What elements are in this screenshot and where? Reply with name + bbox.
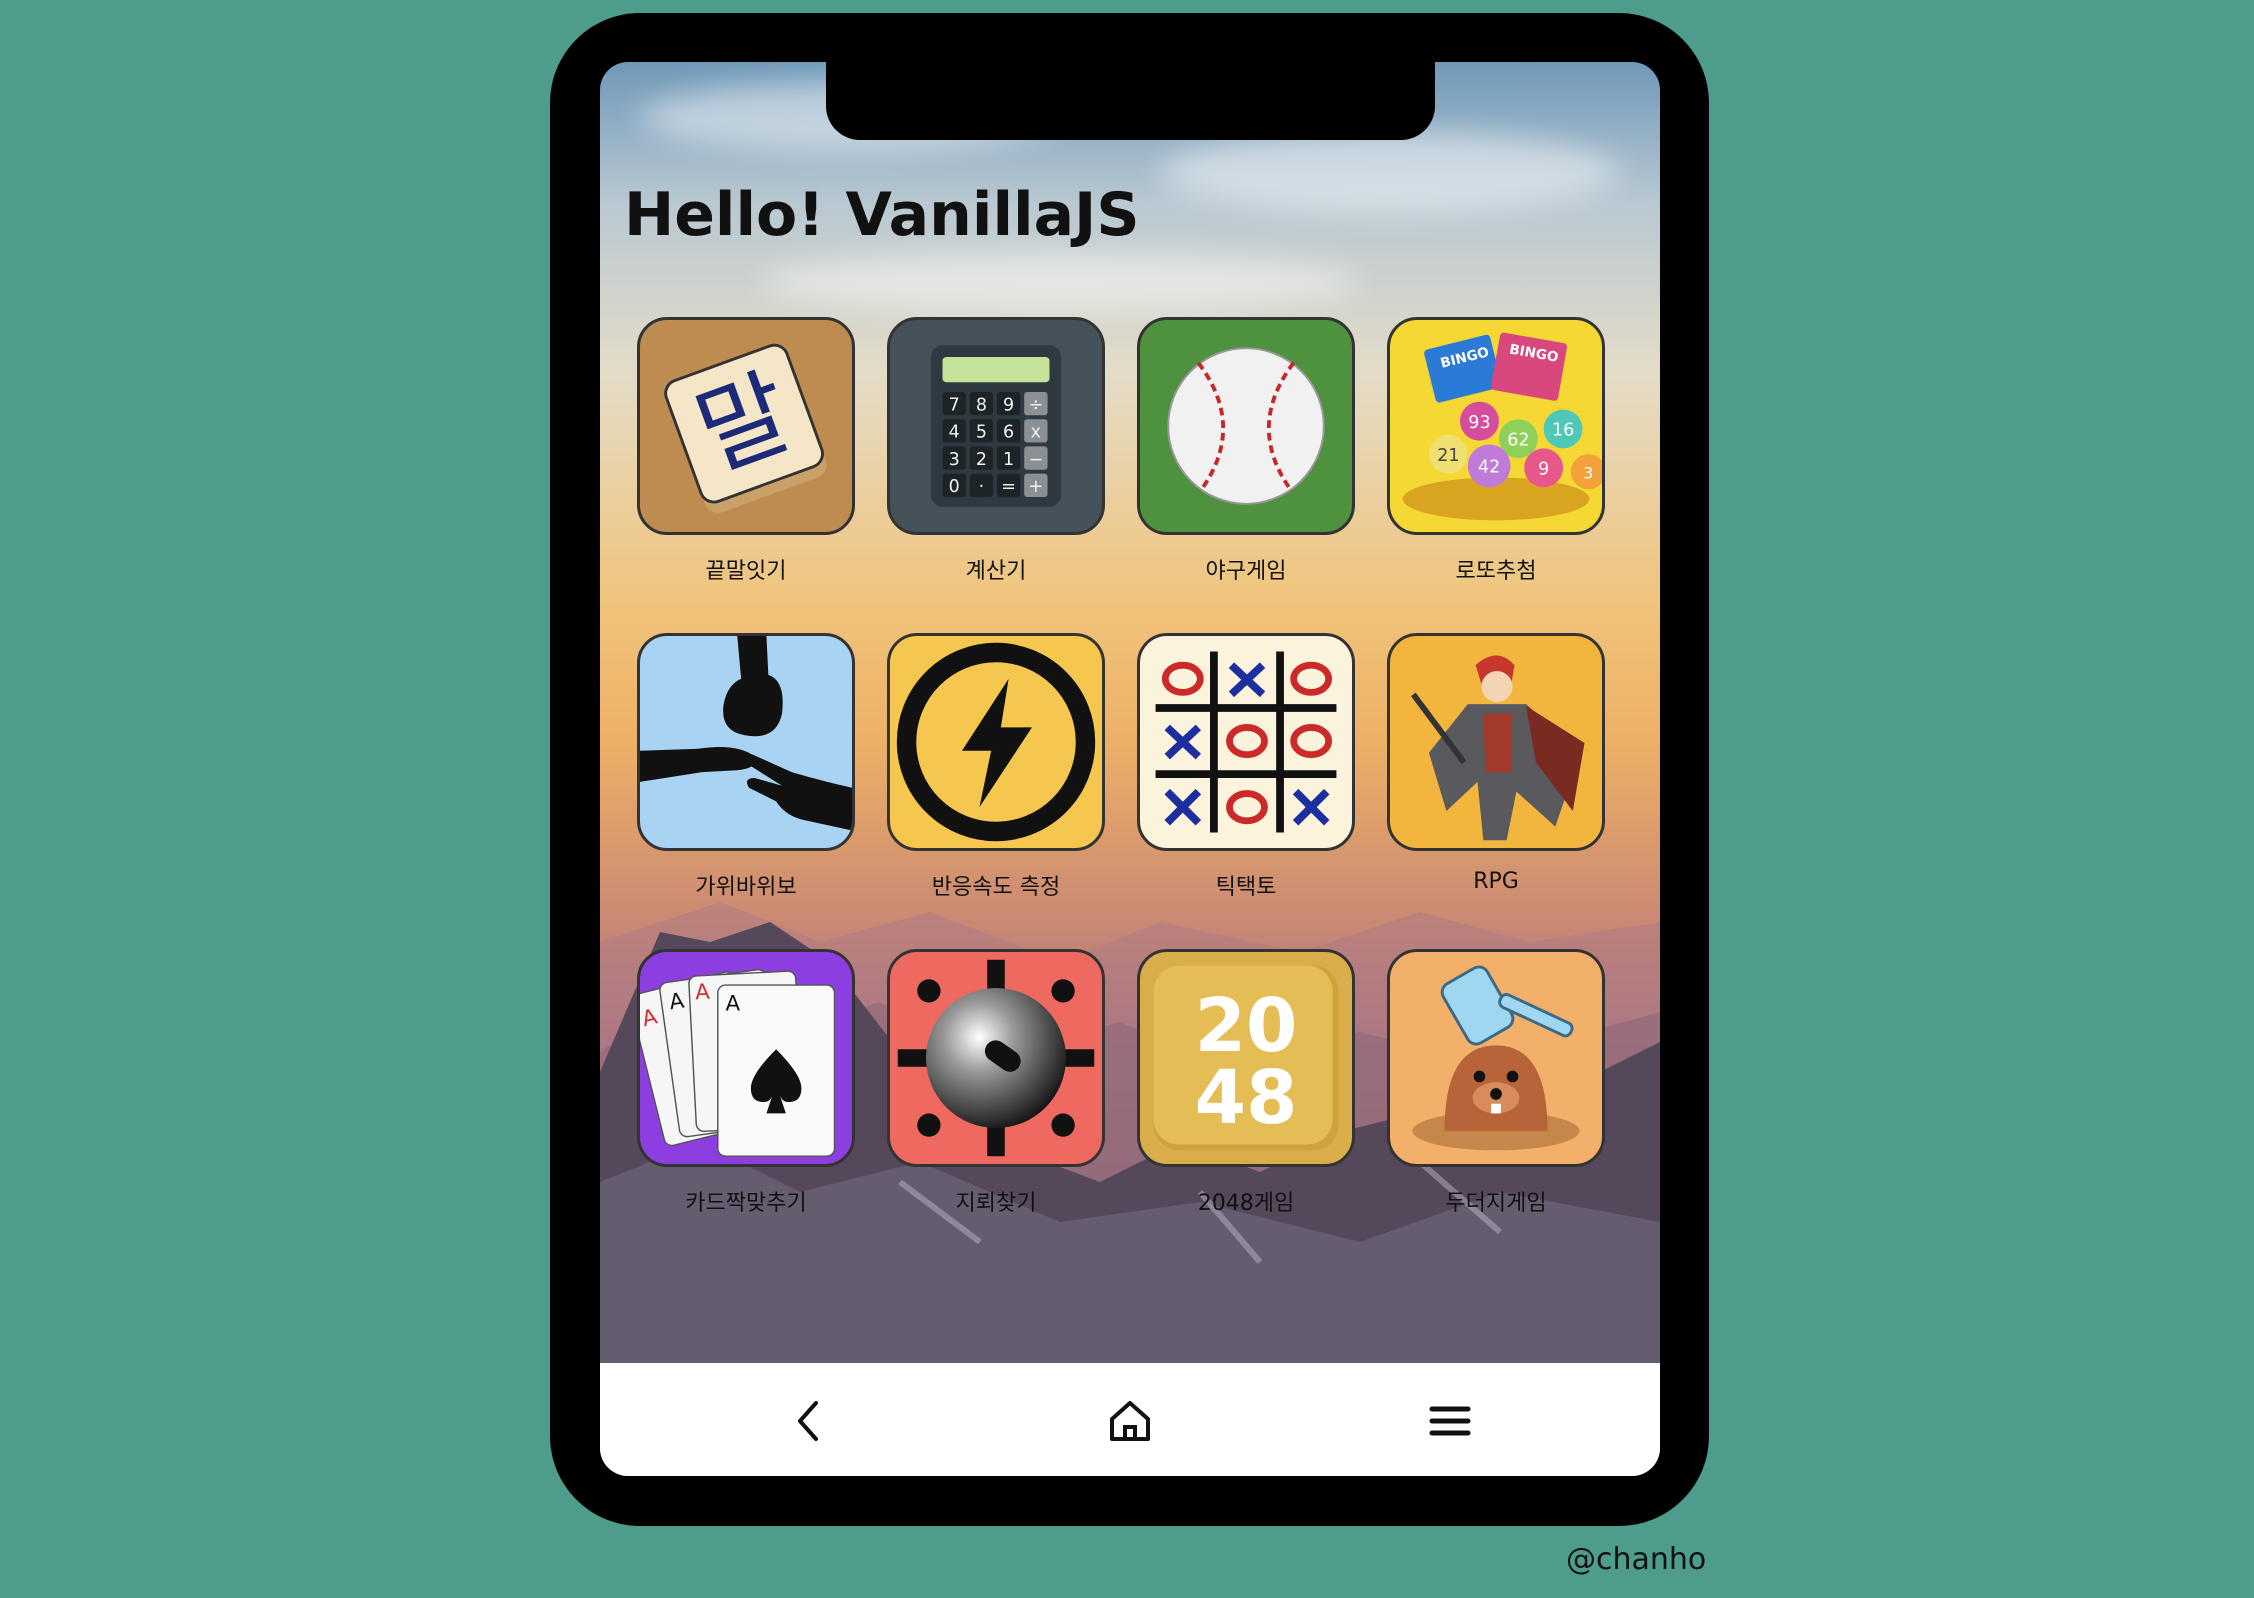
phone-notch: [826, 62, 1435, 140]
baseball-icon: [1137, 317, 1355, 535]
bottom-navigation-bar: [600, 1363, 1660, 1476]
app-calculator[interactable]: 7 8 9 ÷ 4 5 6 x 3 2 1− 0 · = + 계산기: [881, 317, 1111, 607]
app-label: 틱택토: [1215, 875, 1277, 900]
calculator-key-label: =: [1001, 477, 1016, 497]
app-label: 야구게임: [1205, 559, 1287, 584]
calculator-key-label: ÷: [1029, 395, 1044, 415]
lotto-ball-number: 3: [1583, 465, 1593, 483]
calculator-key-label: 8: [976, 395, 987, 415]
calculator-key-label: 1: [1003, 450, 1014, 470]
word-tile-icon: 말: [637, 317, 855, 535]
app-rpg[interactable]: RPG: [1381, 633, 1611, 923]
app-label: 지뢰찾기: [955, 1191, 1037, 1216]
calculator-key-label: 3: [949, 450, 960, 470]
app-label: RPG: [1473, 869, 1519, 894]
app-word-chain[interactable]: 말 끝말잇기: [631, 317, 861, 607]
rock-paper-scissors-icon: [637, 633, 855, 851]
app-card-matching[interactable]: A A A A 카드짝맞추기: [631, 949, 861, 1239]
lotto-ball-number: 9: [1538, 460, 1549, 480]
calculator-key-label: −: [1029, 450, 1044, 470]
calculator-key-label: 6: [1003, 423, 1014, 443]
app-lotto[interactable]: BINGO BINGO 93 62 16 21 42 9 3 로또추첨: [1381, 317, 1611, 607]
menu-icon[interactable]: [1422, 1393, 1478, 1449]
calculator-key-label: 5: [976, 423, 987, 443]
tile-2048-line2: 48: [1195, 1055, 1298, 1141]
app-minesweeper[interactable]: 지뢰찾기: [881, 949, 1111, 1239]
app-label: 두더지게임: [1445, 1191, 1547, 1216]
page-title: Hello! VanillaJS: [624, 180, 1140, 250]
app-label: 끝말잇기: [705, 559, 787, 584]
lotto-ball-number: 93: [1468, 413, 1490, 433]
mine-icon: [887, 949, 1105, 1167]
mole-hammer-icon: [1387, 949, 1605, 1167]
app-label: 계산기: [965, 559, 1027, 584]
app-label: 2048게임: [1197, 1191, 1295, 1216]
tic-tac-toe-icon: [1137, 633, 1355, 851]
lightning-icon: [887, 633, 1105, 851]
app-label: 로또추첨: [1455, 559, 1537, 584]
app-tic-tac-toe[interactable]: 틱택토: [1131, 633, 1361, 923]
app-reaction-speed[interactable]: 반응속도 측정: [881, 633, 1111, 923]
playing-cards-icon: A A A A: [637, 949, 855, 1167]
calculator-icon: 7 8 9 ÷ 4 5 6 x 3 2 1− 0 · = +: [887, 317, 1105, 535]
lotto-balls-icon: BINGO BINGO 93 62 16 21 42 9 3: [1387, 317, 1605, 535]
calculator-key-label: 9: [1003, 395, 1014, 415]
tile-2048-icon: 20 48: [1137, 949, 1355, 1167]
author-credit: @chanho: [1566, 1542, 1707, 1577]
lotto-ball-number: 62: [1507, 430, 1529, 450]
calculator-key-label: x: [1031, 423, 1041, 443]
app-rock-paper-scissors[interactable]: 가위바위보: [631, 633, 861, 923]
calculator-key-label: 7: [949, 395, 960, 415]
calculator-key-label: +: [1029, 477, 1044, 497]
lotto-ball-number: 21: [1437, 446, 1459, 466]
app-baseball[interactable]: 야구게임: [1131, 317, 1361, 607]
calculator-key-label: 4: [949, 423, 960, 443]
calculator-key-label: 0: [949, 477, 960, 497]
phone-screen: Hello! VanillaJS 말 끝말잇기 7 8 9 ÷ 4 5 6 x 3 2 1−0 · = +…: [600, 62, 1660, 1476]
back-icon[interactable]: [782, 1393, 838, 1449]
card-rank: A: [695, 980, 711, 1006]
home-icon[interactable]: [1102, 1393, 1158, 1449]
app-label: 가위바위보: [695, 875, 797, 900]
app-label: 카드짝맞추기: [685, 1191, 807, 1216]
app-2048[interactable]: 20 48 2048게임: [1131, 949, 1361, 1239]
lotto-ball-number: 42: [1478, 458, 1500, 478]
app-label: 반응속도 측정: [931, 875, 1061, 900]
rpg-hero-icon: [1387, 633, 1605, 851]
app-whack-a-mole[interactable]: 두더지게임: [1381, 949, 1611, 1239]
calculator-key-label: 2: [976, 450, 987, 470]
card-rank: A: [726, 991, 741, 1016]
lotto-ball-number: 16: [1552, 421, 1574, 441]
calculator-key-label: ·: [979, 477, 985, 497]
